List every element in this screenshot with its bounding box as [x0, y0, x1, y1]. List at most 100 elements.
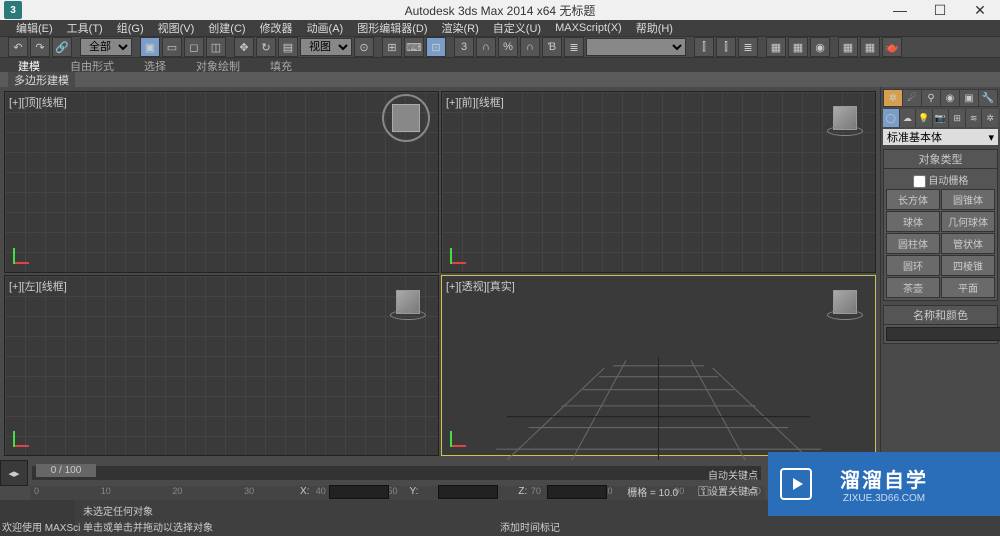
mirror-button[interactable]: Ɓ — [542, 37, 562, 57]
menu-maxscript[interactable]: MAXScript(X) — [549, 22, 628, 34]
ribbon-polygon-modeling[interactable]: 多边形建模 — [8, 72, 75, 88]
rollout-title-name-color[interactable]: 名称和颜色 — [884, 306, 997, 325]
time-slider-track[interactable]: 0 / 100 — [32, 466, 761, 480]
object-name-input[interactable] — [886, 327, 1000, 341]
viewcube-perspective[interactable] — [827, 284, 863, 320]
primitive-torus-button[interactable]: 圆环 — [886, 255, 940, 276]
viewport-front[interactable]: [+][前][线框] — [441, 91, 876, 273]
viewcube-left[interactable] — [390, 284, 426, 320]
spacewarps-subtab-icon[interactable]: ≋ — [966, 109, 982, 127]
time-slider-handle[interactable]: ◂▸ — [0, 460, 28, 486]
menu-edit[interactable]: 编辑(E) — [10, 20, 59, 36]
layers-button[interactable]: ≣ — [738, 37, 758, 57]
primitive-plane-button[interactable]: 平面 — [941, 277, 995, 298]
render-setup-button[interactable]: ▦ — [838, 37, 858, 57]
maximize-button[interactable]: ☐ — [920, 0, 960, 20]
redo-button[interactable]: ↷ — [30, 37, 50, 57]
primitive-sphere-button[interactable]: 球体 — [886, 211, 940, 232]
cameras-subtab-icon[interactable]: 📷 — [933, 109, 949, 127]
geometry-category-dropdown[interactable]: 标准基本体▾ — [883, 129, 998, 145]
current-frame-button[interactable]: 0 / 100 — [36, 464, 96, 477]
rotate-button[interactable]: ↻ — [256, 37, 276, 57]
ribbon-tab-populate[interactable]: 填充 — [270, 58, 292, 72]
move-button[interactable]: ✥ — [234, 37, 254, 57]
select-object-button[interactable]: ▣ — [140, 37, 160, 57]
menu-rendering[interactable]: 渲染(R) — [436, 20, 485, 36]
ribbon-tab-object-paint[interactable]: 对象绘制 — [196, 58, 240, 72]
align-tool-button[interactable]: ⫿ — [716, 37, 736, 57]
viewport-label-top[interactable]: [+][顶][线框] — [9, 94, 67, 110]
undo-button[interactable]: ↶ — [8, 37, 28, 57]
render-production-button[interactable]: 🫖 — [882, 37, 902, 57]
spinner-snap-button[interactable]: % — [498, 37, 518, 57]
link-button[interactable]: 🔗 — [52, 37, 72, 57]
mirror-tool-button[interactable]: ⫿ — [694, 37, 714, 57]
rollout-title-object-type[interactable]: 对象类型 — [884, 150, 997, 169]
primitive-tube-button[interactable]: 管状体 — [941, 233, 995, 254]
motion-tab-icon[interactable]: ◉ — [941, 90, 959, 106]
auto-key-button[interactable]: 自动关键点 — [708, 467, 758, 482]
close-button[interactable]: ✕ — [960, 0, 1000, 20]
primitive-cone-button[interactable]: 圆锥体 — [941, 189, 995, 210]
curve-editor-button[interactable]: ▦ — [766, 37, 786, 57]
utilities-tab-icon[interactable]: 🔧 — [979, 90, 997, 106]
ribbon-tab-freeform[interactable]: 自由形式 — [70, 58, 114, 72]
use-center-button[interactable]: ⊙ — [354, 37, 374, 57]
align-button[interactable]: ≣ — [564, 37, 584, 57]
ribbon-tab-modeling[interactable]: 建模 — [18, 58, 40, 72]
menu-create[interactable]: 创建(C) — [202, 20, 251, 36]
hierarchy-tab-icon[interactable]: ⚲ — [922, 90, 940, 106]
add-time-tag-label[interactable]: 添加时间标记 — [500, 519, 560, 534]
menu-group[interactable]: 组(G) — [111, 20, 150, 36]
auto-grid-checkbox[interactable] — [913, 175, 926, 188]
selection-filter-dropdown[interactable]: 全部 — [80, 38, 132, 56]
menu-animation[interactable]: 动画(A) — [301, 20, 350, 36]
shapes-subtab-icon[interactable]: ☁ — [900, 109, 916, 127]
modify-tab-icon[interactable]: ☄ — [903, 90, 921, 106]
display-tab-icon[interactable]: ▣ — [960, 90, 978, 106]
percent-snap-button[interactable]: ∩ — [476, 37, 496, 57]
primitive-teapot-button[interactable]: 茶壶 — [886, 277, 940, 298]
select-manipulate-button[interactable]: ⊞ — [382, 37, 402, 57]
window-crossing-button[interactable]: ◫ — [206, 37, 226, 57]
primitive-cylinder-button[interactable]: 圆柱体 — [886, 233, 940, 254]
menu-modifiers[interactable]: 修改器 — [254, 20, 299, 36]
schematic-view-button[interactable]: ▦ — [788, 37, 808, 57]
menu-view[interactable]: 视图(V) — [152, 20, 201, 36]
viewport-top[interactable]: [+][顶][线框] — [4, 91, 439, 273]
y-coord-input[interactable] — [438, 485, 498, 499]
edit-named-sel-button[interactable]: ∩ — [520, 37, 540, 57]
keyboard-shortcut-button[interactable]: ⌨ — [404, 37, 424, 57]
named-selection-dropdown[interactable] — [586, 38, 686, 56]
minimize-button[interactable]: — — [880, 0, 920, 20]
systems-subtab-icon[interactable]: ✲ — [982, 109, 998, 127]
menu-tools[interactable]: 工具(T) — [61, 20, 109, 36]
viewport-left[interactable]: [+][左][线框] — [4, 275, 439, 457]
create-tab-icon[interactable]: ✲ — [884, 90, 902, 106]
lights-subtab-icon[interactable]: 💡 — [916, 109, 932, 127]
viewport-label-front[interactable]: [+][前][线框] — [446, 94, 504, 110]
snaps-toggle-button[interactable]: ⊡ — [426, 37, 446, 57]
primitive-pyramid-button[interactable]: 四棱锥 — [941, 255, 995, 276]
x-coord-input[interactable] — [329, 485, 389, 499]
scale-button[interactable]: ▤ — [278, 37, 298, 57]
material-editor-button[interactable]: ◉ — [810, 37, 830, 57]
select-region-button[interactable]: ◻ — [184, 37, 204, 57]
select-by-name-button[interactable]: ▭ — [162, 37, 182, 57]
angle-snap-button[interactable]: 3 — [454, 37, 474, 57]
viewcube-icon[interactable] — [392, 104, 420, 132]
primitive-geosphere-button[interactable]: 几何球体 — [941, 211, 995, 232]
rendered-frame-button[interactable]: ▦ — [860, 37, 880, 57]
set-key-button[interactable]: 设置关键点 — [708, 483, 758, 498]
geometry-subtab-icon[interactable]: ◯ — [883, 109, 899, 127]
menu-customize[interactable]: 自定义(U) — [487, 20, 547, 36]
z-coord-input[interactable] — [547, 485, 607, 499]
viewcube-front[interactable] — [827, 100, 863, 136]
menu-graph-editors[interactable]: 图形编辑器(D) — [351, 20, 433, 36]
viewport-label-left[interactable]: [+][左][线框] — [9, 278, 67, 294]
primitive-box-button[interactable]: 长方体 — [886, 189, 940, 210]
menu-help[interactable]: 帮助(H) — [630, 20, 679, 36]
viewport-perspective[interactable]: [+][透视][真实] — [441, 275, 876, 457]
helpers-subtab-icon[interactable]: ⊞ — [949, 109, 965, 127]
reference-coord-dropdown[interactable]: 视图 — [300, 38, 352, 56]
